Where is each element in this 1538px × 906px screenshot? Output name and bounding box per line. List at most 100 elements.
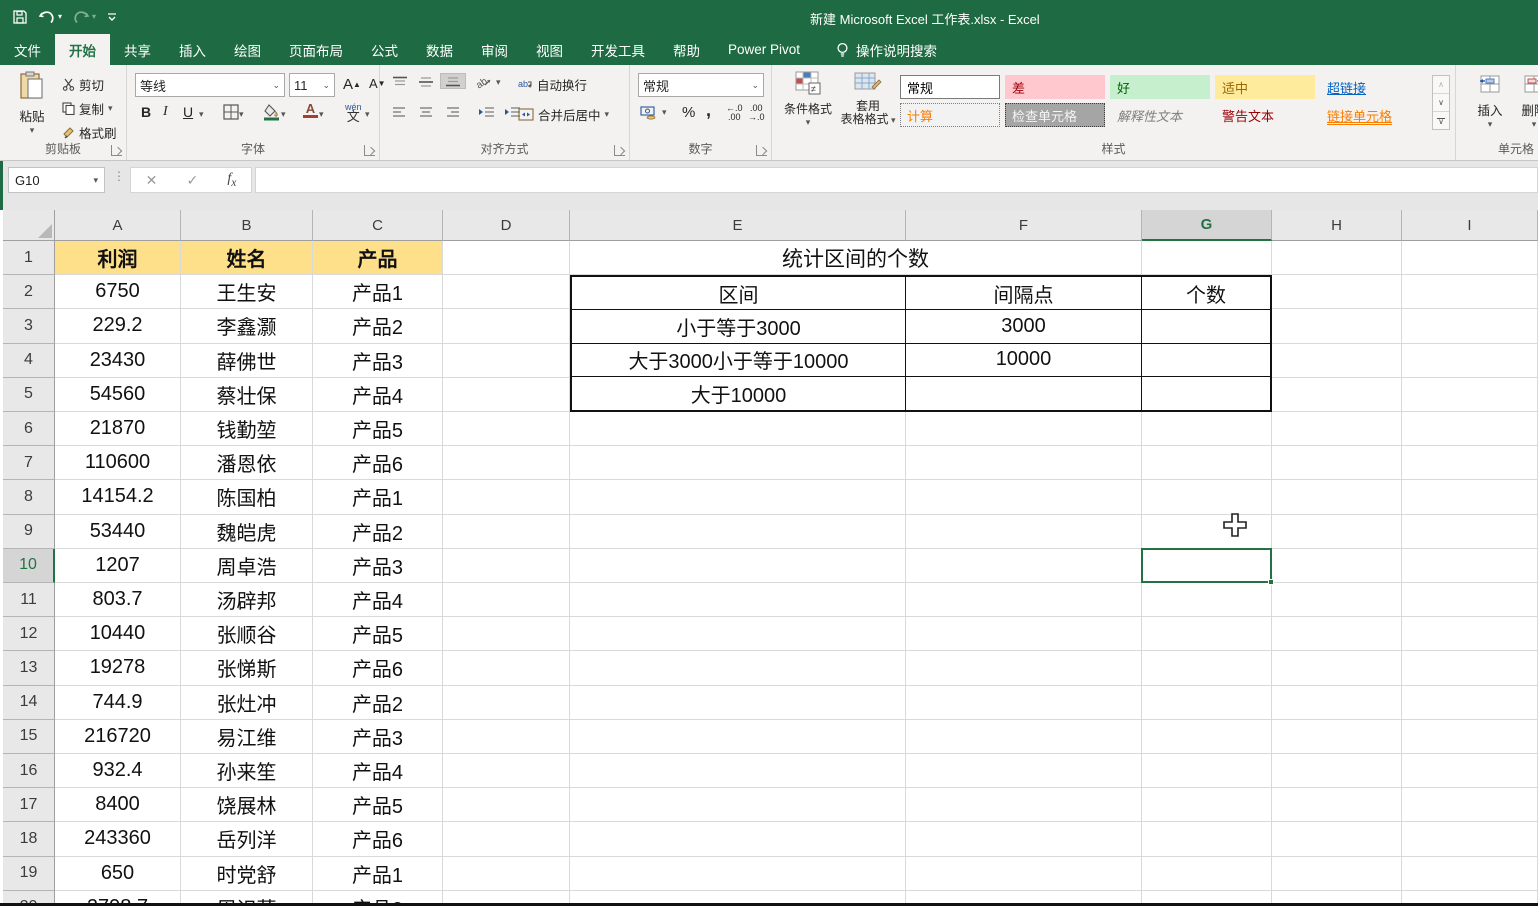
cell-C13[interactable]: 产品6 (313, 651, 443, 686)
cell-B10[interactable]: 周卓浩 (181, 548, 313, 583)
number-dialog-launcher[interactable] (756, 145, 767, 156)
cell-C14[interactable]: 产品2 (313, 685, 443, 720)
merge-center-button[interactable]: 合并后居中 ▾ (518, 105, 609, 124)
ribbon-tab-插入[interactable]: 插入 (165, 34, 220, 65)
cell-A4[interactable]: 23430 (55, 343, 181, 378)
cell-G17[interactable] (1142, 788, 1272, 823)
row-header-11[interactable]: 11 (3, 583, 55, 618)
cell-H17[interactable] (1272, 788, 1402, 823)
stats-cell-G2[interactable]: 个数 (1142, 277, 1270, 311)
row-header-16[interactable]: 16 (3, 754, 55, 789)
cell-style-链接单元格[interactable]: 链接单元格 (1320, 103, 1420, 127)
cell-H5[interactable] (1272, 377, 1402, 412)
cell-D8[interactable] (443, 480, 570, 515)
cell-C17[interactable]: 产品5 (313, 788, 443, 823)
ribbon-tab-共享[interactable]: 共享 (110, 34, 165, 65)
merge-dropdown-icon[interactable]: ▾ (605, 109, 610, 120)
stats-cell-E5[interactable]: 大于10000 (572, 376, 906, 410)
cell-F17[interactable] (906, 788, 1142, 823)
paste-button[interactable]: 粘贴 ▾ (10, 71, 54, 147)
cell-I16[interactable] (1402, 754, 1538, 789)
underline-button[interactable]: U (179, 103, 197, 121)
cell-E9[interactable] (570, 514, 906, 549)
cell-I17[interactable] (1402, 788, 1538, 823)
cell-I7[interactable] (1402, 446, 1538, 481)
stats-cell-E4[interactable]: 大于3000小于等于10000 (572, 343, 906, 377)
cell-F13[interactable] (906, 651, 1142, 686)
row-header-12[interactable]: 12 (3, 617, 55, 652)
cell-A12[interactable]: 10440 (55, 617, 181, 652)
borders-dropdown-icon[interactable]: ▾ (239, 109, 244, 120)
cell-I6[interactable] (1402, 412, 1538, 447)
cell-F7[interactable] (906, 446, 1142, 481)
cell-B18[interactable]: 岳列洋 (181, 822, 313, 857)
gallery-scroll-up-icon[interactable]: ∧ (1433, 76, 1449, 93)
cell-C15[interactable]: 产品3 (313, 719, 443, 754)
formula-bar-splitter[interactable]: ⋮ (113, 169, 125, 183)
cell-E1-merged-title[interactable]: 统计区间的个数 (570, 241, 1142, 276)
customize-qat-icon[interactable] (106, 11, 118, 23)
cut-button[interactable]: 剪切 (62, 75, 104, 94)
cell-C3[interactable]: 产品2 (313, 309, 443, 344)
cell-H1[interactable] (1272, 241, 1402, 276)
cell-H15[interactable] (1272, 719, 1402, 754)
cell-C5[interactable]: 产品4 (313, 377, 443, 412)
font-size-combo[interactable]: 11 ⌄ (289, 73, 335, 97)
cell-H10[interactable] (1272, 548, 1402, 583)
cell-G19[interactable] (1142, 856, 1272, 891)
cell-I12[interactable] (1402, 617, 1538, 652)
align-left-button[interactable] (388, 105, 412, 119)
cell-B5[interactable]: 蔡壮保 (181, 377, 313, 412)
ribbon-tab-审阅[interactable]: 审阅 (467, 34, 522, 65)
phonetic-guide-button[interactable]: wén 文 (341, 101, 366, 123)
row-header-14[interactable]: 14 (3, 685, 55, 720)
font-name-combo[interactable]: 等线 ⌄ (135, 73, 285, 97)
cell-F15[interactable] (906, 719, 1142, 754)
cell-C18[interactable]: 产品6 (313, 822, 443, 857)
copy-button[interactable]: 复制 ▾ (62, 99, 113, 118)
name-box[interactable]: G10 ▾ (8, 167, 105, 193)
column-header-C[interactable]: C (313, 210, 443, 241)
cell-style-好[interactable]: 好 (1110, 75, 1210, 99)
cell-C1[interactable]: 产品 (313, 241, 443, 276)
row-header-5[interactable]: 5 (3, 377, 55, 412)
cell-B11[interactable]: 汤辟邦 (181, 583, 313, 618)
cell-F10[interactable] (906, 548, 1142, 583)
cell-A6[interactable]: 21870 (55, 412, 181, 447)
conditional-formatting-button[interactable]: ≠ 条件格式 ▾ (782, 71, 834, 128)
cell-G13[interactable] (1142, 651, 1272, 686)
cell-I9[interactable] (1402, 514, 1538, 549)
wrap-text-button[interactable]: ab 自动换行 (518, 75, 587, 94)
cell-D5[interactable] (443, 377, 570, 412)
cell-E19[interactable] (570, 856, 906, 891)
cell-G12[interactable] (1142, 617, 1272, 652)
column-header-B[interactable]: B (181, 210, 313, 241)
redo-icon[interactable]: ▾ (72, 10, 96, 24)
stats-cell-F4[interactable]: 10000 (906, 343, 1142, 377)
cell-B7[interactable]: 潘恩依 (181, 446, 313, 481)
cell-B15[interactable]: 易江维 (181, 719, 313, 754)
cell-D17[interactable] (443, 788, 570, 823)
cell-B13[interactable]: 张悌斯 (181, 651, 313, 686)
ribbon-tab-帮助[interactable]: 帮助 (659, 34, 714, 65)
row-header-13[interactable]: 13 (3, 651, 55, 686)
cell-I15[interactable] (1402, 719, 1538, 754)
cell-D19[interactable] (443, 856, 570, 891)
cell-style-差[interactable]: 差 (1005, 75, 1105, 99)
stats-cell-G3[interactable] (1142, 310, 1270, 344)
cell-A2[interactable]: 6750 (55, 275, 181, 310)
cell-B17[interactable]: 饶展林 (181, 788, 313, 823)
delete-dropdown-icon[interactable]: ▾ (1514, 119, 1538, 130)
cell-A8[interactable]: 14154.2 (55, 480, 181, 515)
insert-dropdown-icon[interactable]: ▾ (1470, 119, 1510, 130)
cell-G18[interactable] (1142, 822, 1272, 857)
cell-H11[interactable] (1272, 583, 1402, 618)
cell-H16[interactable] (1272, 754, 1402, 789)
cell-H14[interactable] (1272, 685, 1402, 720)
cell-D4[interactable] (443, 343, 570, 378)
row-header-2[interactable]: 2 (3, 275, 55, 310)
select-all-corner[interactable] (3, 210, 55, 241)
cell-G7[interactable] (1142, 446, 1272, 481)
align-center-button[interactable] (414, 105, 438, 119)
cell-B2[interactable]: 王生安 (181, 275, 313, 310)
